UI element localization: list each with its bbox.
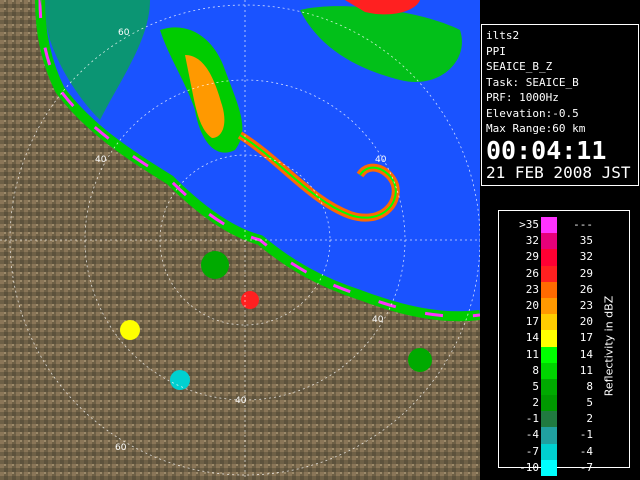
scan-date: 21 FEB 2008 JST [486,162,631,182]
legend-high-value: 11 [579,363,593,377]
legend-high-value: 26 [579,282,593,296]
prf-value: PRF: 1000Hz [486,91,559,104]
legend-color-swatch [541,411,557,428]
legend-low-value: -1 [525,412,539,426]
legend-low-value: 23 [525,282,539,296]
scan-time: 00:04:11 [486,135,607,165]
land-echo-1 [201,251,229,279]
legend-low-value: 29 [525,250,539,264]
legend-color-swatch [541,330,557,347]
legend-low-value: -4 [525,428,539,442]
legend-color-swatch [541,217,557,234]
svg-text:40: 40 [95,155,107,165]
legend-color-swatch [541,378,557,396]
svg-text:40: 40 [375,155,387,165]
legend-low-value: 14 [525,331,539,345]
legend-color-swatch [541,281,557,298]
legend-low-value: 26 [525,266,539,280]
legend-high-value: 17 [579,331,593,345]
legend-high-value: --- [573,218,593,231]
legend-low-value: -7 [525,444,539,458]
legend-high-value: -1 [579,428,593,442]
svg-text:60: 60 [118,28,130,38]
legend-low-value: 20 [525,298,539,312]
legend-low-value: 17 [525,315,539,329]
legend-row: 8 11 [513,362,607,379]
svg-text:40: 40 [372,315,384,325]
legend-row: 11 14 [513,346,607,363]
legend-row: 32 35 [513,233,607,250]
legend-high-value: -4 [579,444,593,458]
legend-title: Reflectivity in dBZ [602,295,616,397]
legend-row: 23 26 [513,281,607,298]
legend-low-value: >35 [519,218,539,231]
task-name: Task: SEAICE_B [486,75,579,89]
legend-color-swatch [541,297,557,315]
land-echo-4 [408,348,432,372]
legend-high-value: 20 [579,315,593,329]
legend-rows: >35 --- 32 35 29 32 26 29 23 26 20 23 17 20 14 17 11 14 8 1… [513,217,607,476]
legend-row: 58 [513,378,607,396]
legend-color-swatch [541,362,557,379]
max-range-value: Max Range:60 km [486,122,586,135]
legend-color-swatch [541,249,557,266]
legend-row: 25 [513,395,607,412]
legend-row: -4 -1 [513,427,607,444]
legend-row: 29 32 [513,249,607,266]
land-echo-3 [241,291,259,309]
legend-color-swatch [541,346,557,363]
legend-row: -1 2 [513,411,607,428]
legend-low-value: -10 [519,460,539,474]
land-echo-2 [120,320,140,340]
svg-text:40: 40 [235,396,247,406]
legend-color-swatch [541,233,557,250]
legend-high-value: 29 [579,266,593,280]
legend-title-container: Reflectivity in dBZ [599,231,619,461]
legend-low-value: 2 [532,396,539,410]
scan-type: PPI [486,44,506,58]
legend-color-swatch [541,459,557,476]
legend-row: 17 20 [513,314,607,331]
scan-info-panel: ilts2 PPI SEAICE_B_Z Task: SEAICE_B PRF:… [481,24,639,186]
legend-high-value: 35 [579,234,593,248]
legend-color-swatch [541,314,557,331]
legend-color-swatch [541,427,557,444]
legend-high-value: 8 [586,379,593,393]
radar-ppi-display: 40 40 40 40 60 60 [0,0,480,480]
legend-row: 20 23 [513,297,607,315]
legend-high-value: -7 [579,460,593,474]
product-name: SEAICE_B_Z [486,60,553,73]
legend-row: 26 29 [513,265,607,282]
legend-low-value: 11 [525,347,539,361]
legend-row: -7 -4 [513,443,607,460]
legend-low-value: 5 [532,379,539,393]
legend-low-value: 32 [525,234,539,248]
elevation-value: Elevation:-0.5 [486,106,579,120]
legend-row: 14 17 [513,330,607,347]
land-echo-5 [170,370,190,390]
legend-high-value: 14 [579,347,593,361]
legend-color-swatch [541,265,557,282]
legend-row: -10 -7 [513,459,607,476]
legend-high-value: 23 [579,298,593,312]
site-name: ilts2 [486,29,520,42]
legend-high-value: 2 [586,412,593,426]
legend-row: >35 --- [513,217,607,234]
legend-color-swatch [541,443,557,460]
svg-text:60: 60 [115,443,127,453]
legend-high-value: 32 [579,250,593,264]
legend-low-value: 8 [532,363,539,377]
legend-color-swatch [541,395,557,412]
reflectivity-legend: >35 --- 32 35 29 32 26 29 23 26 20 23 17 20 14 17 11 14 8 1… [498,210,630,476]
legend-high-value: 5 [586,396,593,410]
